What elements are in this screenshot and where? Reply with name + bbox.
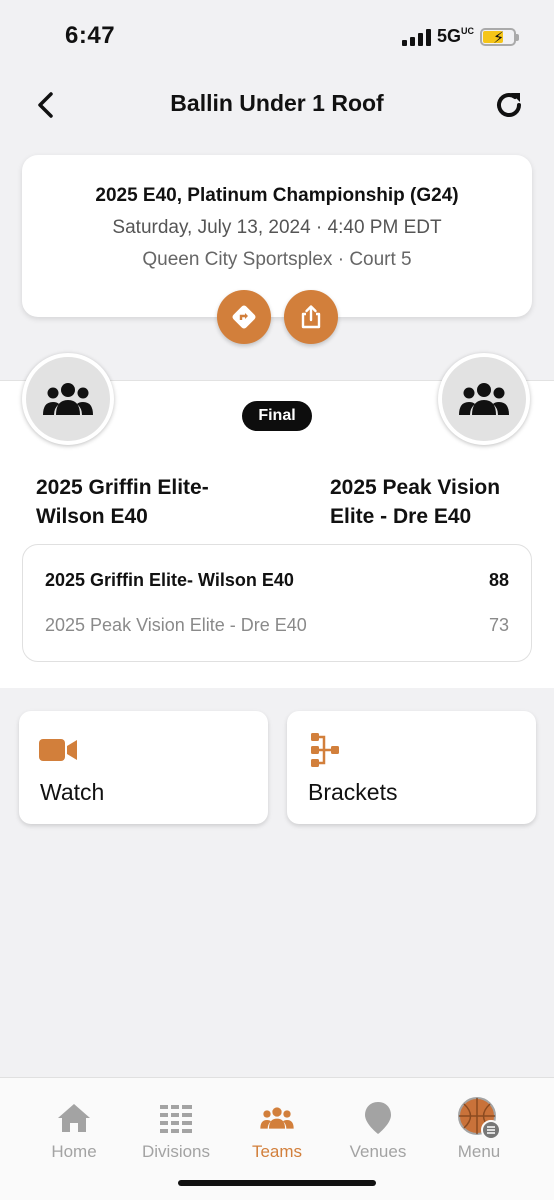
game-datetime: Saturday, July 13, 2024 · 4:40 PM EDT xyxy=(112,217,442,238)
game-status-badge: Final xyxy=(242,401,312,431)
directions-button[interactable] xyxy=(217,290,271,344)
tab-divisions[interactable]: Divisions xyxy=(126,1100,226,1162)
status-indicators: 5GUC ⚡ xyxy=(401,26,519,47)
page-title: Ballin Under 1 Roof xyxy=(170,90,384,116)
away-team-avatar[interactable] xyxy=(438,353,530,445)
tab-venues[interactable]: Venues xyxy=(328,1100,428,1162)
tab-menu[interactable]: Menu xyxy=(429,1097,529,1162)
matchup-section: Final 2025 Griffin Elite- Wilson E40 202… xyxy=(0,353,554,688)
directions-icon xyxy=(232,305,256,329)
teams-icon xyxy=(260,1107,294,1129)
share-icon xyxy=(301,305,321,329)
team-group-icon xyxy=(43,383,93,415)
score-team-name: 2025 Peak Vision Elite - Dre E40 xyxy=(45,615,307,635)
venue-pin-icon xyxy=(365,1102,391,1134)
home-icon xyxy=(58,1104,90,1132)
score-value: 88 xyxy=(488,570,509,590)
tab-teams[interactable]: Teams xyxy=(227,1100,327,1162)
signal-icon xyxy=(401,28,431,46)
tab-home[interactable]: Home xyxy=(24,1100,124,1162)
video-camera-icon xyxy=(39,739,77,761)
score-row-home: 2025 Griffin Elite- Wilson E40 88 xyxy=(45,570,509,591)
refresh-button[interactable] xyxy=(492,88,526,122)
game-info-card: 2025 E40, Platinum Championship (G24) Sa… xyxy=(22,155,532,344)
game-venue: Queen City Sportsplex · Court 5 xyxy=(142,249,412,270)
score-team-name: 2025 Griffin Elite- Wilson E40 xyxy=(45,570,294,590)
team-group-icon xyxy=(459,383,509,415)
score-summary: 2025 Griffin Elite- Wilson E40 88 2025 P… xyxy=(22,544,532,662)
menu-basketball-icon xyxy=(458,1097,501,1140)
network-label: 5GUC xyxy=(436,26,474,46)
score-value: 73 xyxy=(488,615,509,635)
refresh-icon xyxy=(497,93,521,117)
battery-icon: ⚡ xyxy=(480,27,519,47)
watch-tile[interactable]: Watch xyxy=(19,711,268,824)
status-bar: 6:47 5GUC ⚡ xyxy=(0,0,554,70)
brackets-label: Brackets xyxy=(308,779,398,805)
home-team-avatar[interactable] xyxy=(22,353,114,445)
bracket-tree-icon xyxy=(311,733,339,767)
status-time: 6:47 xyxy=(65,22,116,49)
divisions-icon xyxy=(160,1105,192,1133)
share-button[interactable] xyxy=(284,290,338,344)
home-team-name[interactable]: 2025 Griffin Elite- Wilson E40 xyxy=(36,473,209,531)
game-title: 2025 E40, Platinum Championship (G24) xyxy=(95,185,459,206)
brackets-tile[interactable]: Brackets xyxy=(287,711,536,824)
watch-label: Watch xyxy=(40,779,105,805)
nav-bar: Ballin Under 1 Roof xyxy=(0,80,554,130)
home-indicator xyxy=(178,1180,376,1186)
away-team-name[interactable]: 2025 Peak Vision Elite - Dre E40 xyxy=(330,473,500,531)
score-row-away: 2025 Peak Vision Elite - Dre E40 73 xyxy=(45,615,509,636)
